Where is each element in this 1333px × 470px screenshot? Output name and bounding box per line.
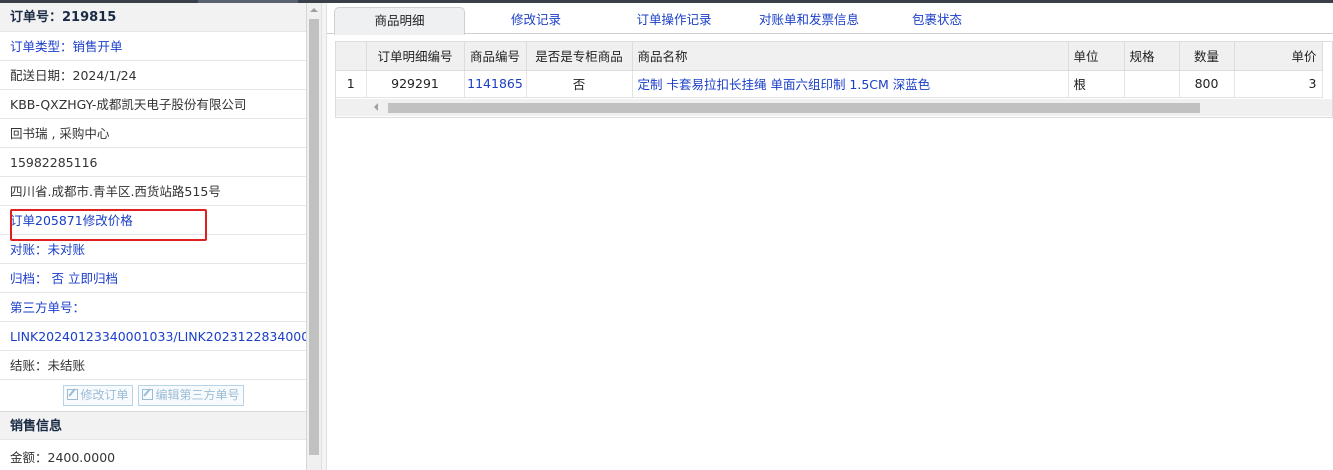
col-is-counter[interactable]: 是否是专柜商品 bbox=[526, 42, 633, 71]
product-grid: 订单明细编号 商品编号 是否是专柜商品 商品名称 单位 规格 数量 单价 1 9… bbox=[335, 41, 1333, 118]
col-unit[interactable]: 单位 bbox=[1068, 42, 1125, 71]
cell-is-counter: 否 bbox=[526, 70, 633, 98]
tab-change-log[interactable]: 修改记录 bbox=[477, 7, 595, 34]
tab-product-details[interactable]: 商品明细 bbox=[334, 7, 465, 35]
order-number-title: 订单号：219815 bbox=[0, 3, 306, 32]
horizontal-scrollbar-thumb[interactable] bbox=[388, 103, 1200, 113]
contact-info: 回书瑞 , 采购中心 bbox=[0, 119, 306, 148]
tab-operation-log[interactable]: 订单操作记录 bbox=[609, 7, 739, 34]
order-type: 订单类型：销售开单 bbox=[0, 32, 306, 61]
col-product-name[interactable]: 商品名称 bbox=[632, 42, 1069, 71]
sales-info-header: 销售信息 bbox=[0, 411, 306, 440]
action-buttons: 修改订单 编辑第三方单号 bbox=[0, 380, 306, 410]
cell-detail-no: 929291 bbox=[366, 70, 465, 98]
scrollbar-thumb[interactable] bbox=[309, 19, 319, 455]
order-info-panel: 订单号：219815 订单类型：销售开单 配送日期：2024/1/24 KBB-… bbox=[0, 3, 307, 470]
archive-status: 归档： 否 立即归档 bbox=[0, 264, 306, 293]
phone-number: 15982285116 bbox=[0, 148, 306, 177]
order-price-change-link[interactable]: 订单205871修改价格 bbox=[0, 206, 306, 235]
archive-now-link[interactable]: 否 立即归档 bbox=[52, 271, 118, 286]
archive-label: 归档： bbox=[10, 271, 48, 286]
cell-price: 3 bbox=[1234, 70, 1323, 98]
cell-index: 1 bbox=[336, 70, 367, 98]
edit-third-party-label: 编辑第三方单号 bbox=[155, 388, 240, 402]
product-table: 订单明细编号 商品编号 是否是专柜商品 商品名称 单位 规格 数量 单价 1 9… bbox=[336, 42, 1323, 98]
cell-product-name-link[interactable]: 定制 卡套易拉扣长挂绳 单面六组印制 1.5CM 深蓝色 bbox=[632, 70, 1069, 98]
cell-spec bbox=[1124, 70, 1180, 98]
cell-product-no-link[interactable]: 1141865 bbox=[464, 70, 527, 98]
customer-name: KBB-QXZHGY-成都凯天电子股份有限公司 bbox=[0, 90, 306, 119]
col-price[interactable]: 单价 bbox=[1234, 42, 1323, 71]
sales-amount: 金额：2400.0000 bbox=[0, 443, 306, 470]
tab-invoice-info[interactable]: 对账单和发票信息 bbox=[739, 7, 879, 34]
col-qty[interactable]: 数量 bbox=[1179, 42, 1235, 71]
settlement-status: 结账：未结账 bbox=[0, 351, 306, 380]
cell-unit: 根 bbox=[1068, 70, 1125, 98]
edit-icon bbox=[67, 389, 79, 400]
table-row[interactable]: 1 929291 1141865 否 定制 卡套易拉扣长挂绳 单面六组印制 1.… bbox=[336, 70, 1323, 98]
edit-order-button[interactable]: 修改订单 bbox=[63, 385, 133, 406]
reconcile-status: 对账：未对账 bbox=[0, 235, 306, 264]
detail-panel: 商品明细 修改记录 订单操作记录 对账单和发票信息 包裹状态 订单明细编号 商品… bbox=[327, 3, 1333, 470]
cell-qty: 800 bbox=[1179, 70, 1235, 98]
scroll-up-icon[interactable] bbox=[307, 3, 321, 17]
tab-bar: 商品明细 修改记录 订单操作记录 对账单和发票信息 包裹状态 bbox=[327, 3, 1333, 35]
edit-icon bbox=[142, 389, 154, 400]
delivery-address: 四川省.成都市.青羊区.西货站路515号 bbox=[0, 177, 306, 206]
edit-third-party-button[interactable]: 编辑第三方单号 bbox=[138, 385, 244, 406]
third-party-label: 第三方单号： bbox=[0, 293, 306, 322]
col-product-no[interactable]: 商品编号 bbox=[464, 42, 527, 71]
grid-horizontal-scrollbar[interactable] bbox=[336, 99, 1332, 116]
third-party-numbers: LINK20240123340001033/LINK20231228340001… bbox=[0, 322, 306, 351]
delivery-date: 配送日期：2024/1/24 bbox=[0, 61, 306, 90]
edit-order-label: 修改订单 bbox=[80, 388, 129, 402]
tab-package-status[interactable]: 包裹状态 bbox=[887, 7, 987, 34]
scroll-left-icon[interactable] bbox=[374, 103, 378, 111]
col-detail-no[interactable]: 订单明细编号 bbox=[366, 42, 465, 71]
col-index bbox=[336, 42, 367, 71]
table-header-row: 订单明细编号 商品编号 是否是专柜商品 商品名称 单位 规格 数量 单价 bbox=[336, 42, 1323, 71]
left-panel-scrollbar[interactable] bbox=[307, 3, 321, 470]
col-spec[interactable]: 规格 bbox=[1124, 42, 1180, 71]
